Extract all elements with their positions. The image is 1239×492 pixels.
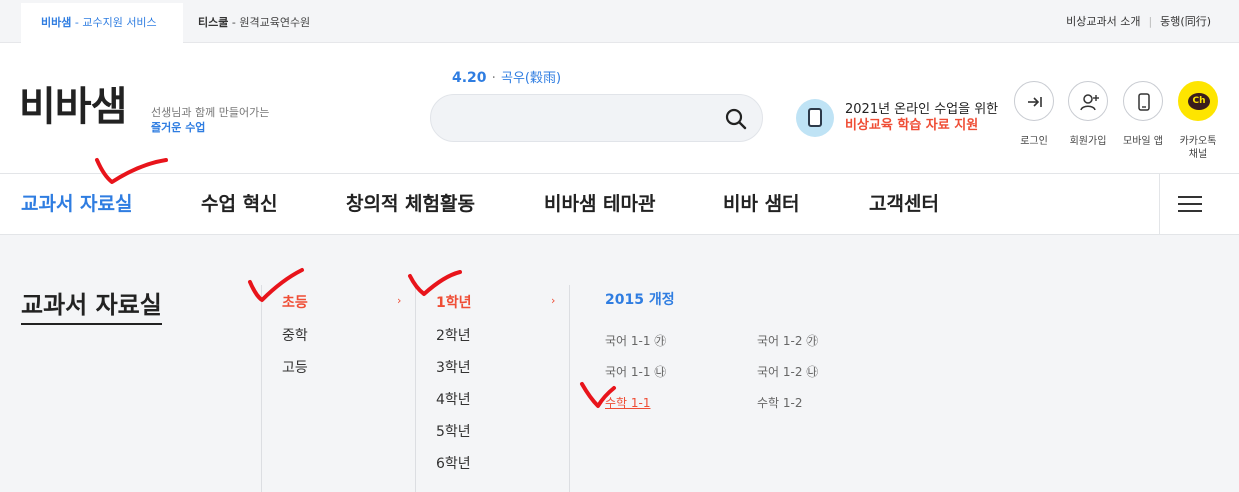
chevron-right-icon: › <box>551 294 556 307</box>
tagline-line2: 즐거운 수업 <box>151 121 206 134</box>
main-nav: 교과서 자료실 수업 혁신 창의적 체험활동 비바샘 테마관 비바 샘터 고객센… <box>0 173 1239 235</box>
grade-6[interactable]: 6학년 <box>436 453 471 473</box>
search-box <box>430 94 763 142</box>
date-display: 4.20 · 곡우(穀雨) <box>452 67 561 86</box>
add-user-icon <box>1068 81 1108 121</box>
book-korean-1-2-ga[interactable]: 국어 1-2 ㉮ <box>757 332 818 349</box>
date-value: 4.20 <box>452 70 487 86</box>
tagline: 선생님과 함께 만들어가는 즐거운 수업 <box>151 105 269 135</box>
promo-line2: 비상교육 학습 자료 지원 <box>845 118 979 133</box>
mobile-app-button[interactable]: 모바일 앱 <box>1117 81 1169 148</box>
grade-4[interactable]: 4학년 <box>436 389 471 409</box>
nav-creative-activities[interactable]: 창의적 체험활동 <box>346 174 475 236</box>
search-icon[interactable] <box>724 107 748 131</box>
column-divider <box>415 285 416 492</box>
nav-customer-center[interactable]: 고객센터 <box>869 174 939 236</box>
promo-banner[interactable]: 2021년 온라인 수업을 위한 비상교육 학습 자료 지원 <box>845 102 998 134</box>
kakao-channel-button[interactable]: Ch 카카오톡 채널 <box>1172 81 1224 161</box>
hamburger-menu-icon[interactable] <box>1159 174 1239 234</box>
nav-theme-hall[interactable]: 비바샘 테마관 <box>544 174 656 236</box>
solar-term: 곡우(穀雨) <box>501 71 562 86</box>
divider: | <box>1148 15 1153 28</box>
login-icon <box>1014 81 1054 121</box>
column-divider <box>569 285 570 492</box>
donghaeng-link[interactable]: 동행(同行) <box>1160 15 1211 28</box>
menu-bar <box>1178 203 1202 205</box>
kakao-badge: Ch <box>1188 93 1210 110</box>
login-button[interactable]: 로그인 <box>1008 81 1060 148</box>
book-korean-1-1-na[interactable]: 국어 1-1 ㉯ <box>605 363 666 380</box>
column-divider <box>261 285 262 492</box>
kakao-channel-icon: Ch <box>1178 81 1218 121</box>
site-tab-tschool[interactable]: 티스쿨 - 원격교육연수원 <box>178 3 330 43</box>
site-tab-vivasam[interactable]: 비바샘 - 교수지원 서비스 <box>21 3 183 43</box>
top-links: 비상교과서 소개 | 동행(同行) <box>1066 0 1211 43</box>
level-high[interactable]: 고등 <box>282 357 308 377</box>
level-elementary[interactable]: 초등 <box>282 292 308 312</box>
panel-title: 교과서 자료실 <box>21 285 162 325</box>
site-tab-sub: - 원격교육연수원 <box>231 16 311 29</box>
site-logo[interactable]: 비바샘 <box>19 82 127 132</box>
search-input[interactable] <box>451 107 721 129</box>
kakao-label-line2: 채널 <box>1188 149 1208 160</box>
tagline-line1: 선생님과 함께 만들어가는 <box>151 106 270 119</box>
mobile-app-label: 모바일 앱 <box>1123 136 1163 147</box>
curriculum-heading: 2015 개정 <box>605 292 675 308</box>
book-math-1-1[interactable]: 수학 1-1 <box>605 394 651 411</box>
logo-text: 비바샘 <box>19 84 127 130</box>
book-korean-1-2-na[interactable]: 국어 1-2 ㉯ <box>757 363 818 380</box>
grade-5[interactable]: 5학년 <box>436 421 471 441</box>
separator-dot: · <box>491 70 496 86</box>
site-tab-name: 티스쿨 <box>198 16 229 29</box>
document-shape <box>808 108 822 127</box>
promo-line1: 2021년 온라인 수업을 위한 <box>845 102 999 117</box>
nav-class-innovation[interactable]: 수업 혁신 <box>201 174 278 236</box>
level-middle[interactable]: 중학 <box>282 325 308 345</box>
kakao-label: 카카오톡 채널 <box>1172 135 1224 161</box>
grade-3[interactable]: 3학년 <box>436 357 471 377</box>
menu-bar <box>1178 210 1202 212</box>
site-tab-name: 비바샘 <box>41 16 72 29</box>
nav-textbook-library[interactable]: 교과서 자료실 <box>21 174 133 236</box>
signup-label: 회원가입 <box>1069 136 1107 147</box>
grade-2[interactable]: 2학년 <box>436 325 471 345</box>
document-icon[interactable] <box>796 99 834 137</box>
textbook-intro-link[interactable]: 비상교과서 소개 <box>1066 15 1140 28</box>
nav-viva-community[interactable]: 비바 샘터 <box>723 174 800 236</box>
mega-menu-panel: 교과서 자료실 초등 › 중학 고등 1학년 › 2학년 3학년 4학년 5학년… <box>0 235 1239 492</box>
grade-1[interactable]: 1학년 <box>436 292 472 312</box>
chevron-right-icon: › <box>397 294 402 307</box>
book-korean-1-1-ga[interactable]: 국어 1-1 ㉮ <box>605 332 666 349</box>
signup-button[interactable]: 회원가입 <box>1062 81 1114 148</box>
login-label: 로그인 <box>1020 136 1048 147</box>
mobile-icon <box>1123 81 1163 121</box>
site-tab-sub: - 교수지원 서비스 <box>74 16 157 29</box>
menu-bar <box>1178 196 1202 198</box>
book-math-1-2[interactable]: 수학 1-2 <box>757 394 803 411</box>
top-bar: 비바샘 - 교수지원 서비스 티스쿨 - 원격교육연수원 비상교과서 소개 | 동행… <box>0 0 1239 43</box>
kakao-label-line1: 카카오톡 <box>1179 136 1217 147</box>
